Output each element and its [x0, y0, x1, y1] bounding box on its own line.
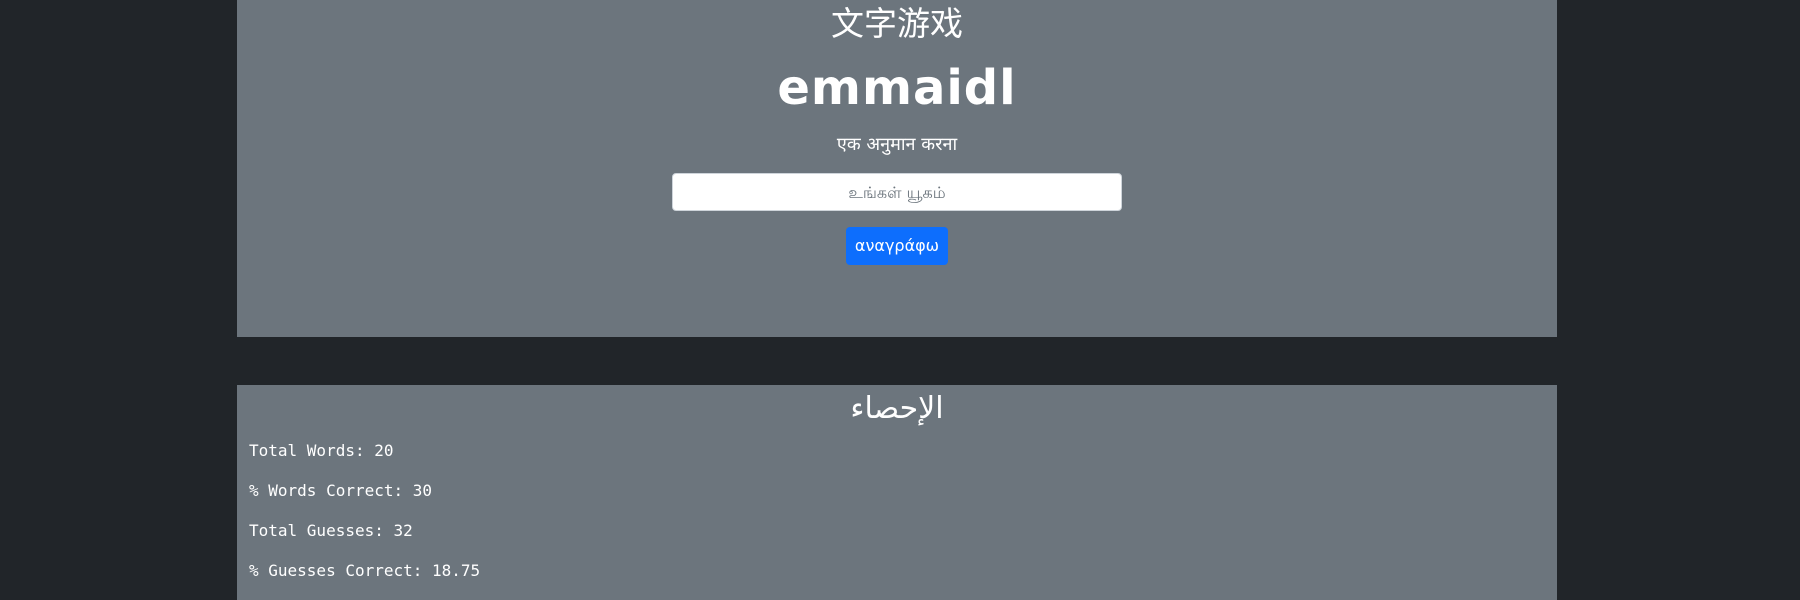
- guess-prompt: एक अनुमान करना: [836, 134, 958, 155]
- stat-total-words: Total Words: 20: [249, 441, 394, 460]
- stat-guesses-correct: % Guesses Correct: 18.75: [249, 561, 481, 580]
- stat-total-guesses: Total Guesses: 32: [249, 521, 413, 540]
- game-panel: 文字游戏 emmaidl एक अनुमान करना αναγράφω: [237, 0, 1557, 337]
- stats-panel: الإحصاء Total Words: 20 % Words Correct:…: [237, 385, 1557, 600]
- stat-words-correct: % Words Correct: 30: [249, 481, 433, 500]
- stats-title: الإحصاء: [850, 391, 944, 426]
- game-title: 文字游戏: [831, 4, 963, 43]
- scrambled-word: emmaidl: [777, 60, 1017, 116]
- guess-input[interactable]: [672, 173, 1122, 211]
- submit-button[interactable]: αναγράφω: [846, 227, 948, 265]
